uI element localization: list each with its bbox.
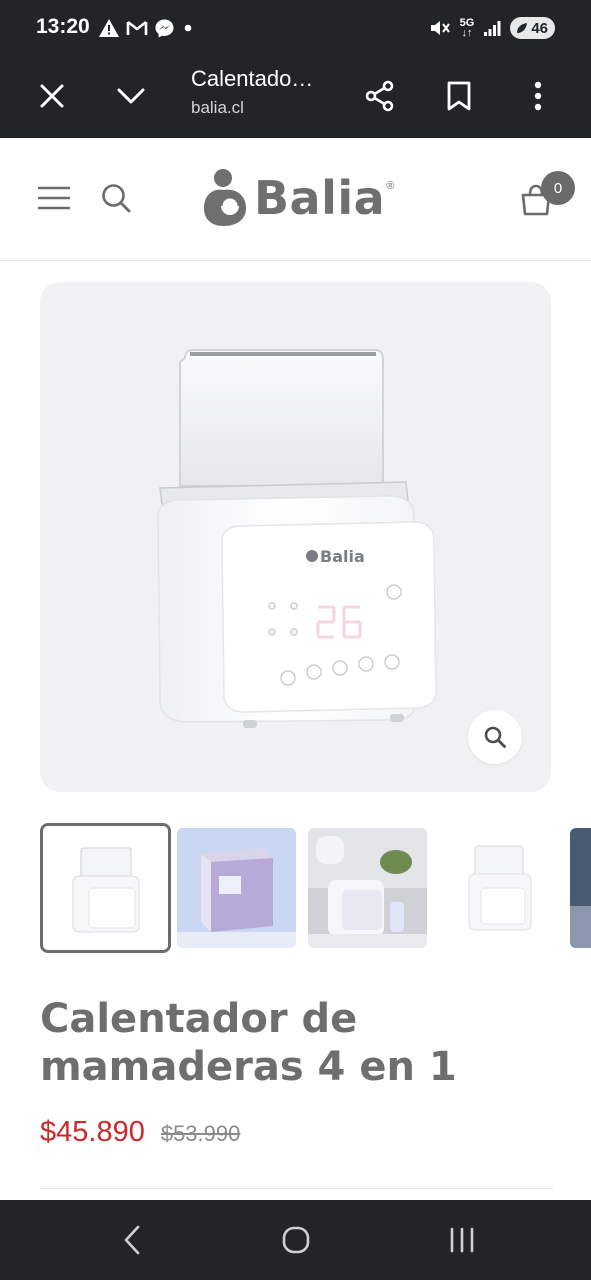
product-title: Calentador de mamaderas 4 en 1 bbox=[40, 996, 457, 1090]
messenger-icon bbox=[155, 19, 174, 37]
bottle-warmer-image: Balia bbox=[157, 349, 437, 728]
warning-icon bbox=[99, 19, 119, 37]
status-bar: 13:20 5G ↓↑ 46 bbox=[0, 0, 591, 56]
more-vert-icon bbox=[534, 81, 542, 111]
thumb-warmer-small[interactable] bbox=[439, 828, 558, 948]
site-header: Balia ® bbox=[0, 138, 591, 261]
chevron-down-icon bbox=[117, 88, 145, 104]
cart-count-badge: 0 bbox=[541, 171, 575, 205]
status-time: 13:20 bbox=[36, 15, 90, 38]
mother-baby-logo-icon bbox=[204, 169, 246, 226]
recents-button[interactable] bbox=[432, 1216, 492, 1264]
magnify-icon bbox=[484, 726, 506, 748]
thumb-box[interactable] bbox=[177, 828, 296, 948]
product-main-image[interactable]: Balia bbox=[40, 282, 551, 792]
bookmark-icon bbox=[447, 81, 471, 111]
thumb-partial[interactable] bbox=[570, 828, 591, 948]
back-button[interactable] bbox=[102, 1216, 162, 1264]
bookmark-button[interactable] bbox=[431, 68, 487, 124]
zoom-button[interactable] bbox=[468, 710, 522, 764]
thumb-lifestyle-image bbox=[308, 828, 427, 948]
home-button[interactable] bbox=[266, 1216, 326, 1264]
divider bbox=[40, 1188, 553, 1189]
share-icon bbox=[365, 80, 394, 112]
share-button[interactable] bbox=[352, 68, 408, 124]
battery-icon: 46 bbox=[510, 17, 555, 39]
recents-icon bbox=[450, 1227, 474, 1253]
notification-icons bbox=[98, 16, 195, 40]
search-button[interactable] bbox=[96, 178, 136, 218]
close-button[interactable] bbox=[24, 68, 80, 124]
mute-vibrate-icon bbox=[430, 21, 450, 35]
sale-price: $45.890 bbox=[40, 1116, 145, 1148]
thumb-warmer-front-image bbox=[43, 826, 168, 950]
menu-icon bbox=[38, 186, 70, 210]
brand-registered-mark: ® bbox=[386, 180, 395, 192]
system-nav-bar bbox=[0, 1200, 591, 1280]
price-row: $45.890 $53.990 bbox=[40, 1116, 240, 1149]
close-icon bbox=[40, 84, 64, 108]
menu-button[interactable] bbox=[32, 178, 76, 218]
home-icon bbox=[282, 1226, 310, 1254]
search-icon bbox=[102, 184, 131, 213]
system-icons: 5G ↓↑ 46 bbox=[429, 16, 555, 40]
data-arrows-icon: ↓↑ bbox=[461, 27, 473, 39]
page-url[interactable]: balia.cl bbox=[191, 98, 244, 118]
thumb-lifestyle[interactable] bbox=[308, 828, 427, 948]
brand-name: Balia bbox=[254, 171, 386, 225]
thumb-warmer-small-image bbox=[439, 828, 558, 948]
browser-toolbar: Calentado… balia.cl bbox=[0, 56, 591, 138]
battery-level: 46 bbox=[531, 19, 548, 37]
signal-icon bbox=[484, 21, 501, 36]
dot-icon bbox=[184, 24, 192, 32]
back-icon bbox=[124, 1225, 140, 1255]
more-options-button[interactable] bbox=[510, 68, 566, 124]
page-title: Calentado… bbox=[191, 66, 314, 91]
thumb-box-image bbox=[177, 828, 296, 948]
brand-logo[interactable]: Balia ® bbox=[200, 168, 394, 228]
5g-icon: 5G ↓↑ bbox=[460, 18, 475, 39]
thumb-partial-image bbox=[570, 828, 591, 948]
device-brand: Balia bbox=[320, 547, 365, 566]
thumb-warmer-front[interactable] bbox=[40, 823, 171, 953]
gmail-icon bbox=[126, 20, 148, 35]
regular-price: $53.990 bbox=[160, 1121, 241, 1146]
collapse-button[interactable] bbox=[103, 68, 159, 124]
battery-saver-leaf-icon bbox=[517, 22, 528, 33]
